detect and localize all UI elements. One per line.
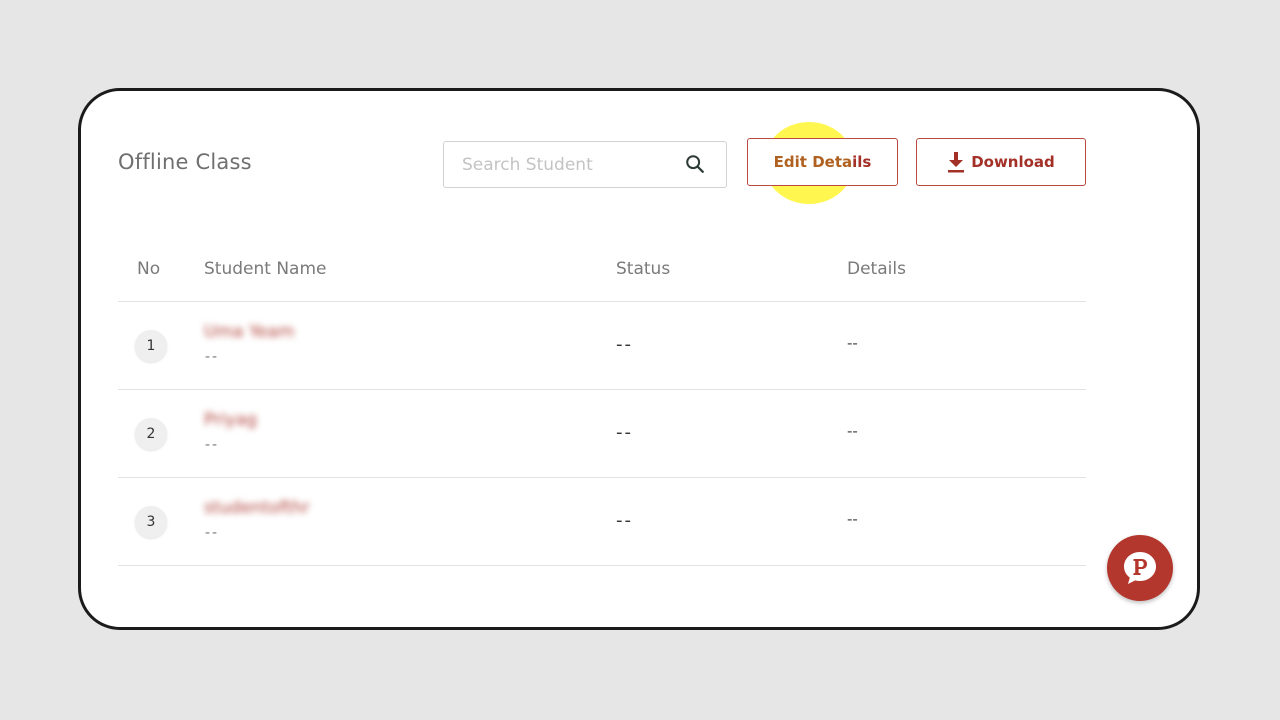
search-icon[interactable] — [684, 153, 706, 175]
column-header-status: Status — [616, 259, 671, 279]
row-number-badge: 3 — [135, 506, 167, 538]
student-status: -- — [616, 422, 633, 443]
table-row[interactable]: 2 Priyag -- -- -- — [118, 390, 1086, 478]
student-status: -- — [616, 510, 633, 531]
download-button[interactable]: Download — [916, 138, 1086, 186]
column-header-details: Details — [847, 259, 906, 279]
page-title: Offline Class — [118, 150, 252, 174]
download-icon — [948, 152, 965, 173]
table-header: No Student Name Status Details — [118, 241, 1086, 302]
student-name: Priyag — [204, 410, 257, 430]
student-name: studentofthr — [204, 498, 310, 518]
student-details: -- — [847, 334, 858, 352]
chat-p-logo-icon — [1124, 552, 1156, 584]
student-details: -- — [847, 510, 858, 528]
table-row[interactable]: 1 Uma Yeam -- -- -- — [118, 302, 1086, 390]
student-name: Uma Yeam — [204, 322, 295, 342]
search-box[interactable] — [443, 141, 727, 188]
student-details: -- — [847, 422, 858, 440]
edit-details-button[interactable]: Edit Details — [747, 138, 898, 186]
download-label: Download — [971, 153, 1055, 171]
students-table: No Student Name Status Details 1 Uma Yea… — [118, 241, 1086, 566]
edit-details-label: Edit Details — [773, 153, 872, 171]
row-number-badge: 2 — [135, 418, 167, 450]
column-header-no: No — [137, 259, 161, 279]
column-header-student-name: Student Name — [204, 259, 327, 279]
chat-support-button[interactable] — [1107, 535, 1173, 601]
student-subtext: -- — [205, 349, 220, 365]
app-window: Offline Class Edit Details Download No S… — [78, 88, 1200, 630]
student-status: -- — [616, 334, 633, 355]
table-row[interactable]: 3 studentofthr -- -- -- — [118, 478, 1086, 566]
student-subtext: -- — [205, 437, 220, 453]
search-input[interactable] — [460, 153, 679, 176]
student-subtext: -- — [205, 525, 220, 541]
row-number-badge: 1 — [135, 330, 167, 362]
